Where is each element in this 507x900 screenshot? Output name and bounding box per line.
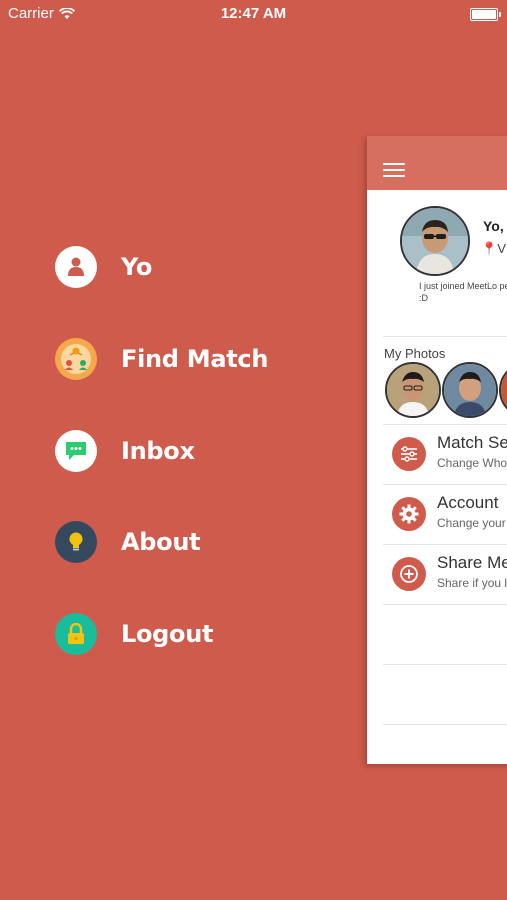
settings-row-title: Account bbox=[437, 493, 499, 512]
divider bbox=[383, 604, 507, 605]
menu-item-logout[interactable]: Logout bbox=[55, 613, 214, 655]
match-icon bbox=[55, 338, 97, 380]
sliders-icon bbox=[392, 437, 426, 471]
divider bbox=[383, 664, 507, 665]
settings-row-subtitle: Change your bbox=[437, 516, 506, 530]
menu-label-yo: Yo bbox=[121, 253, 153, 281]
lock-icon bbox=[55, 613, 97, 655]
menu-label-find-match: Find Match bbox=[121, 345, 269, 373]
carrier-group: Carrier bbox=[8, 5, 75, 22]
profile-location: 📍V bbox=[481, 241, 506, 257]
gear-icon bbox=[392, 497, 426, 531]
menu-label-logout: Logout bbox=[121, 620, 214, 648]
battery-icon bbox=[470, 8, 501, 21]
divider bbox=[383, 484, 507, 485]
chat-icon bbox=[55, 430, 97, 472]
lightbulb-icon bbox=[55, 521, 97, 563]
plus-icon bbox=[392, 557, 426, 591]
divider bbox=[383, 544, 507, 545]
menu-label-about: About bbox=[121, 528, 201, 556]
location-text: V bbox=[497, 241, 506, 256]
panel-header bbox=[367, 136, 507, 190]
menu-item-about[interactable]: About bbox=[55, 521, 201, 563]
photos-title: My Photos bbox=[384, 346, 446, 361]
main-panel[interactable]: Yo, 📍V I just joined MeetLo person :D My… bbox=[367, 136, 507, 764]
profile-greeting: Yo, bbox=[483, 218, 504, 234]
status-bar: Carrier 12:47 AM bbox=[0, 0, 507, 28]
photo-thumbnail[interactable] bbox=[385, 362, 441, 418]
menu-item-yo[interactable]: Yo bbox=[55, 246, 152, 288]
photo-thumbnail[interactable] bbox=[442, 362, 498, 418]
user-icon bbox=[55, 246, 97, 288]
divider bbox=[383, 336, 507, 337]
settings-row-title: Match Se bbox=[437, 433, 507, 452]
hamburger-menu-icon[interactable] bbox=[383, 163, 405, 181]
settings-row-subtitle: Share if you l bbox=[437, 576, 507, 590]
menu-item-inbox[interactable]: Inbox bbox=[55, 430, 195, 472]
photo-thumbnail[interactable] bbox=[499, 362, 507, 418]
divider bbox=[383, 424, 507, 425]
settings-row-subtitle: Change Who bbox=[437, 456, 507, 470]
clock: 12:47 AM bbox=[220, 5, 287, 22]
divider bbox=[383, 724, 507, 725]
menu-item-find-match[interactable]: Find Match bbox=[55, 338, 268, 380]
location-pin-icon: 📍 bbox=[481, 241, 498, 256]
profile-bio: I just joined MeetLo person :D bbox=[419, 281, 507, 303]
profile-avatar[interactable] bbox=[400, 206, 470, 276]
settings-row-title: Share Me bbox=[437, 553, 507, 572]
wifi-icon bbox=[58, 7, 75, 19]
menu-label-inbox: Inbox bbox=[121, 437, 195, 465]
carrier-label: Carrier bbox=[8, 5, 54, 22]
